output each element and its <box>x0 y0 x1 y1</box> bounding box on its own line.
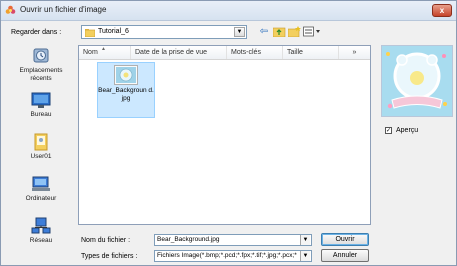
place-label: User01 <box>30 153 52 160</box>
up-folder-icon[interactable] <box>272 26 286 38</box>
title-bar: Ouvrir un fichier d'image x <box>1 1 456 21</box>
chevron-down-icon[interactable]: ▼ <box>234 27 245 37</box>
column-date[interactable]: Date de la prise de vue <box>131 46 227 59</box>
place-label: Bureau <box>30 111 52 118</box>
filetype-label: Types de fichiers : <box>81 253 138 260</box>
file-list[interactable]: ▲ Nom Date de la prise de vue Mots-clés … <box>78 45 371 225</box>
place-label: Réseau <box>29 237 53 244</box>
filename-value: Bear_Background.jpg <box>157 236 220 243</box>
file-name: Bear_Backgroun d.jpg <box>98 87 154 102</box>
place-desktop[interactable]: Bureau <box>9 91 73 119</box>
filetype-select[interactable]: Fichiers Image(*.bmp;*.pcd;*.fpx;*.tif;*… <box>154 250 312 262</box>
place-label: Emplacements récents <box>19 67 63 82</box>
image-preview <box>381 45 453 117</box>
desktop-icon <box>31 92 51 108</box>
recent-places-icon <box>33 48 49 63</box>
network-icon <box>31 217 51 234</box>
filename-input[interactable]: Bear_Background.jpg ▼ <box>154 234 312 246</box>
place-computer[interactable]: Ordinateur <box>9 175 73 203</box>
preview-image <box>382 46 452 116</box>
column-size[interactable]: Taille <box>283 46 339 59</box>
place-user[interactable]: User01 <box>9 133 73 161</box>
preview-label: Aperçu <box>396 127 419 134</box>
folder-icon <box>85 29 95 37</box>
computer-icon <box>32 176 50 191</box>
filetype-value: Fichiers Image(*.bmp;*.pcd;*.fpx;*.tif;*… <box>157 252 297 259</box>
place-label: Ordinateur <box>25 195 57 202</box>
place-recent[interactable]: Emplacements récents <box>9 47 73 83</box>
view-menu-icon[interactable] <box>302 26 322 38</box>
user-folder-icon <box>34 133 48 151</box>
open-button[interactable]: Ouvrir <box>321 233 369 246</box>
preview-checkbox[interactable]: ✓ <box>385 127 392 134</box>
new-folder-icon[interactable] <box>287 26 301 38</box>
cancel-button[interactable]: Annuler <box>321 249 369 262</box>
app-flower-icon <box>5 5 16 14</box>
sort-ascending-icon: ▲ <box>101 46 106 52</box>
column-more[interactable]: » <box>339 46 370 59</box>
places-bar: Emplacements récents Bureau User01 Ordin… <box>9 45 73 257</box>
window-title: Ouvrir un fichier d'image <box>20 5 107 14</box>
column-keywords[interactable]: Mots-clés <box>227 46 283 59</box>
look-in-label: Regarder dans : <box>11 29 62 36</box>
image-thumbnail-icon <box>114 65 138 85</box>
look-in-dropdown[interactable]: Tutorial_6 ▼ <box>81 25 247 39</box>
column-header: ▲ Nom Date de la prise de vue Mots-clés … <box>79 46 370 60</box>
close-button[interactable]: x <box>432 4 452 17</box>
column-name[interactable]: ▲ Nom <box>79 46 131 59</box>
place-network[interactable]: Réseau <box>9 217 73 245</box>
chevron-down-icon[interactable]: ▼ <box>300 235 310 245</box>
filename-label: Nom du fichier : <box>81 237 131 244</box>
open-image-dialog: Ouvrir un fichier d'image x Regarder dan… <box>0 0 457 266</box>
list-item[interactable]: Bear_Backgroun d.jpg <box>97 62 155 118</box>
look-in-path: Tutorial_6 <box>98 28 129 35</box>
back-arrow-icon[interactable]: ⇦ <box>257 26 271 38</box>
chevron-down-icon[interactable]: ▼ <box>300 251 310 261</box>
